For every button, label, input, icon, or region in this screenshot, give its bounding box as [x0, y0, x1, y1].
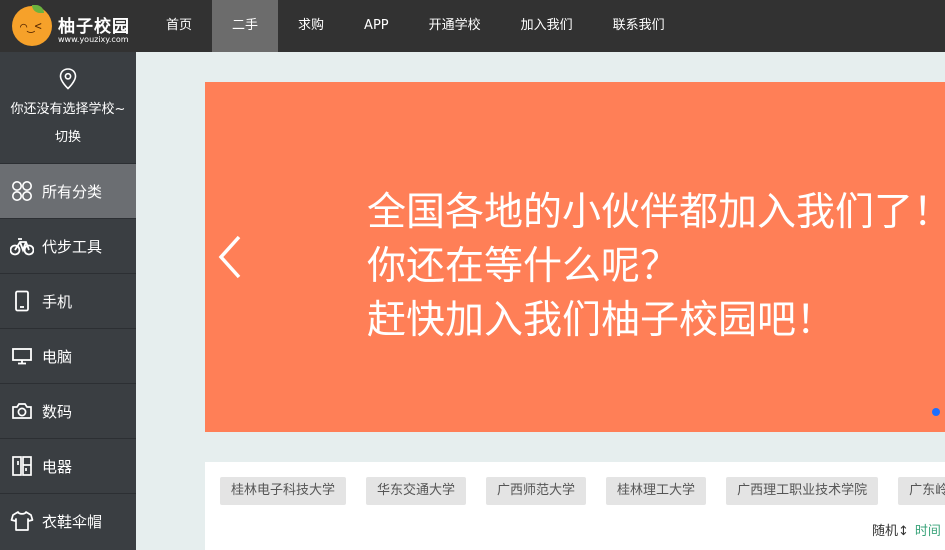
- sort-random-button[interactable]: 随机↕: [872, 524, 909, 539]
- chevron-left-icon[interactable]: [215, 232, 245, 282]
- school-tag[interactable]: 广西师范大学: [486, 477, 587, 505]
- category-label: 衣鞋伞帽: [42, 512, 103, 531]
- promo-banner[interactable]: 全国各地的小伙伴都加入我们了！ 你还在等什么呢？ 赶快加入我们柚子校园吧！: [205, 82, 945, 432]
- school-tag[interactable]: 华东交通大学: [366, 477, 467, 505]
- category-label: 数码: [42, 402, 73, 421]
- category-sidebar: 你还没有选择学校~ 切换 所有分类 代步工具 手机 电脑 数码 电器 衣鞋伞帽: [0, 52, 136, 550]
- top-navbar: ⌒‿< 柚子校园 www.youzixy.com 首页 二手 求购 APP 开通…: [0, 0, 945, 52]
- grid-icon: [10, 180, 34, 202]
- school-notice: 你还没有选择学校~: [10, 102, 126, 117]
- orange-logo-icon: ⌒‿<: [12, 5, 52, 46]
- switch-school-link[interactable]: 切换: [0, 124, 136, 152]
- site-logo[interactable]: ⌒‿< 柚子校园 www.youzixy.com: [12, 4, 132, 48]
- category-label: 所有分类: [42, 182, 103, 201]
- school-tag[interactable]: 桂林电子科技大学: [220, 477, 347, 505]
- category-label: 电器: [42, 457, 73, 476]
- category-transport[interactable]: 代步工具: [0, 218, 136, 273]
- camera-icon: [10, 400, 34, 422]
- category-label: 手机: [42, 292, 73, 311]
- banner-line: 赶快加入我们柚子校园吧！: [367, 298, 836, 343]
- banner-line: 全国各地的小伙伴都加入我们了！: [367, 190, 945, 235]
- nav-home[interactable]: 首页: [146, 0, 212, 52]
- tshirt-icon: [10, 510, 34, 532]
- nav-wanted[interactable]: 求购: [278, 0, 344, 52]
- category-clothing[interactable]: 衣鞋伞帽: [0, 493, 136, 548]
- logo-url: www.youzixy.com: [58, 35, 129, 44]
- sort-random-label: 随机: [872, 524, 899, 539]
- carousel-dot[interactable]: [932, 408, 940, 416]
- school-tag[interactable]: 广东岭南: [898, 477, 945, 505]
- nav-open-school[interactable]: 开通学校: [409, 0, 501, 52]
- sort-options: 随机↕ 时间: [872, 520, 941, 539]
- fridge-icon: [10, 455, 34, 477]
- banner-text: 全国各地的小伙伴都加入我们了！ 你还在等什么呢？ 赶快加入我们柚子校园吧！: [367, 186, 945, 348]
- location-pin-icon: [59, 68, 77, 90]
- school-selector: 你还没有选择学校~ 切换: [0, 52, 136, 163]
- nav-app[interactable]: APP: [344, 0, 409, 52]
- nav-secondhand[interactable]: 二手: [212, 0, 279, 52]
- main-nav: 首页 二手 求购 APP 开通学校 加入我们 联系我们: [146, 0, 685, 52]
- banner-line: 你还在等什么呢？: [367, 244, 680, 289]
- school-panel: 桂林电子科技大学 华东交通大学 广西师范大学 桂林理工大学 广西理工职业技术学院…: [205, 462, 945, 550]
- category-appliance[interactable]: 电器: [0, 438, 136, 493]
- category-all[interactable]: 所有分类: [0, 163, 136, 218]
- category-digital[interactable]: 数码: [0, 383, 136, 438]
- logo-name: 柚子校园: [58, 17, 130, 37]
- category-label: 代步工具: [42, 237, 103, 256]
- school-tag[interactable]: 广西理工职业技术学院: [726, 477, 879, 505]
- bicycle-icon: [10, 235, 34, 257]
- sort-time-button[interactable]: 时间: [915, 524, 941, 539]
- nav-join-us[interactable]: 加入我们: [501, 0, 593, 52]
- category-computer[interactable]: 电脑: [0, 328, 136, 383]
- phone-icon: [10, 290, 34, 312]
- school-tag-list: 桂林电子科技大学 华东交通大学 广西师范大学 桂林理工大学 广西理工职业技术学院…: [220, 477, 945, 505]
- category-label: 电脑: [42, 347, 73, 366]
- school-tag[interactable]: 桂林理工大学: [606, 477, 707, 505]
- sort-arrows-icon: ↕: [898, 524, 909, 539]
- monitor-icon: [10, 345, 34, 367]
- nav-contact-us[interactable]: 联系我们: [593, 0, 685, 52]
- category-phone[interactable]: 手机: [0, 273, 136, 328]
